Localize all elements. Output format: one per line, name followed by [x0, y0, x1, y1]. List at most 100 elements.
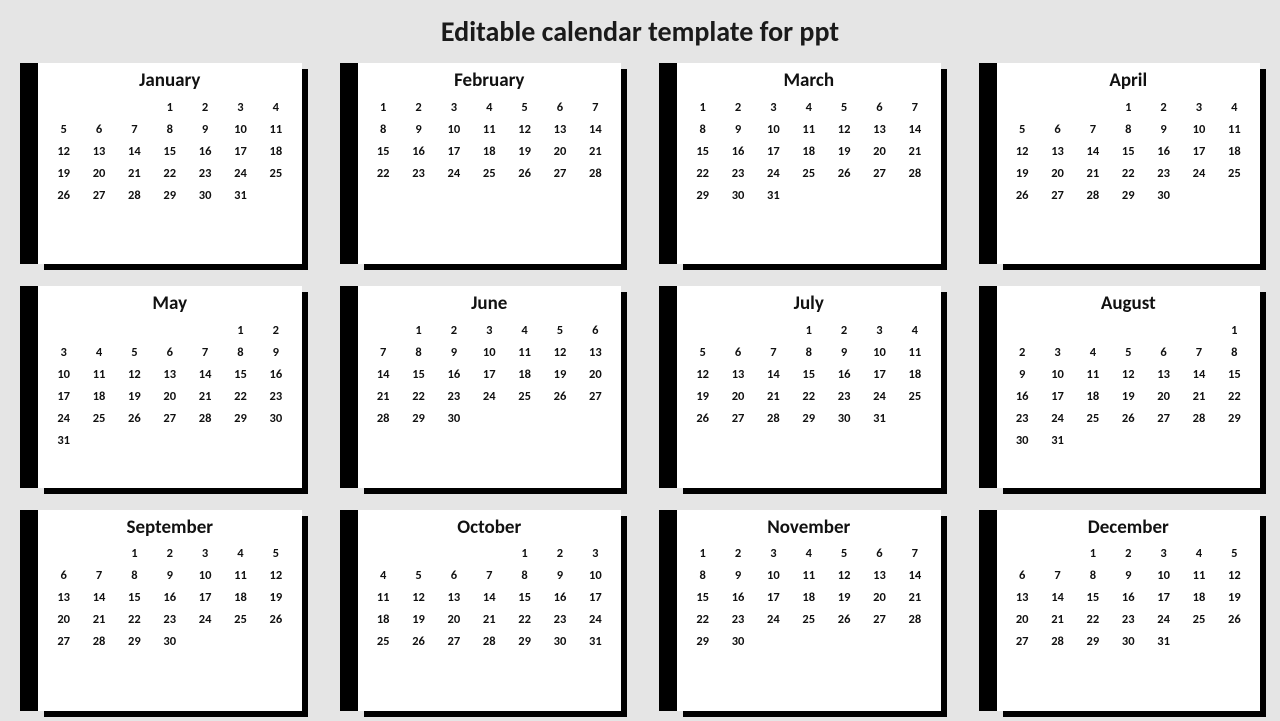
day-cell: 14: [483, 590, 496, 605]
day-cell: 27: [1051, 188, 1064, 203]
day-cell: 7: [1196, 345, 1202, 360]
day-cell: 27: [163, 411, 176, 426]
month-name: January: [46, 69, 294, 92]
day-cell: 5: [557, 323, 563, 338]
day-cell: 30: [199, 188, 212, 203]
day-cell: 21: [199, 389, 212, 404]
day-cell: 17: [1157, 590, 1170, 605]
day-cell: 5: [841, 100, 847, 115]
day-cell: 1: [131, 546, 137, 561]
day-cell: 29: [234, 411, 247, 426]
day-cell: 1: [806, 323, 812, 338]
day-cell: 17: [767, 590, 780, 605]
day-cell: 30: [1157, 188, 1170, 203]
day-cell: 10: [1193, 122, 1206, 137]
day-cell: 29: [696, 634, 709, 649]
day-cell: 23: [448, 389, 461, 404]
day-cell: 30: [732, 634, 745, 649]
day-cell: 10: [199, 568, 212, 583]
month-august: August1234567891011121314151617181920212…: [979, 286, 1261, 487]
day-cell: 22: [234, 389, 247, 404]
day-cell: 18: [1228, 144, 1241, 159]
day-cell: 27: [732, 411, 745, 426]
day-cell: 8: [806, 345, 812, 360]
days-grid: 1234567891011121314151617181920212223242…: [46, 319, 294, 483]
day-cell: 29: [128, 634, 141, 649]
day-cell: 2: [735, 100, 741, 115]
day-cell: 13: [732, 367, 745, 382]
day-cell: 5: [1019, 122, 1025, 137]
day-cell: 13: [448, 590, 461, 605]
day-cell: 24: [199, 612, 212, 627]
day-cell: 6: [876, 546, 882, 561]
day-cell: 8: [521, 568, 527, 583]
day-cell: 5: [273, 546, 279, 561]
day-cell: 4: [521, 323, 527, 338]
day-cell: 16: [412, 144, 425, 159]
day-cell: 10: [57, 367, 70, 382]
day-cell: 17: [873, 367, 886, 382]
day-cell: 3: [592, 546, 598, 561]
day-cell: 19: [518, 144, 531, 159]
day-cell: 15: [696, 590, 709, 605]
day-cell: 10: [234, 122, 247, 137]
days-grid: 1234567891011121314151617181920212223242…: [366, 319, 614, 483]
day-cell: 24: [234, 166, 247, 181]
day-cell: 12: [57, 144, 70, 159]
day-cell: 11: [483, 122, 496, 137]
day-cell: 16: [554, 590, 567, 605]
day-cell: 15: [128, 590, 141, 605]
day-cell: 3: [1054, 345, 1060, 360]
day-cell: 28: [128, 188, 141, 203]
day-cell: 21: [483, 612, 496, 627]
day-cell: 10: [767, 568, 780, 583]
day-cell: 11: [1228, 122, 1241, 137]
day-cell: 23: [1016, 411, 1029, 426]
month-side-bar: [20, 286, 38, 487]
month-side-bar: [20, 63, 38, 264]
day-cell: 10: [589, 568, 602, 583]
day-cell: 9: [841, 345, 847, 360]
day-cell: 3: [237, 100, 243, 115]
month-side-bar: [340, 510, 358, 711]
day-cell: 26: [696, 411, 709, 426]
month-february: February12345678910111213141516171819202…: [340, 63, 622, 264]
day-cell: 23: [163, 612, 176, 627]
day-cell: 19: [838, 144, 851, 159]
day-cell: 29: [163, 188, 176, 203]
month-card: November12345678910111213141516171819202…: [677, 510, 941, 711]
day-cell: 23: [1157, 166, 1170, 181]
month-side-bar: [340, 286, 358, 487]
day-cell: 30: [554, 634, 567, 649]
day-cell: 29: [518, 634, 531, 649]
day-cell: 7: [1054, 568, 1060, 583]
day-cell: 11: [377, 590, 390, 605]
day-cell: 20: [1016, 612, 1029, 627]
day-cell: 4: [1090, 345, 1096, 360]
day-cell: 9: [735, 122, 741, 137]
day-cell: 10: [448, 122, 461, 137]
day-cell: 2: [415, 100, 421, 115]
day-cell: 2: [841, 323, 847, 338]
day-cell: 19: [838, 590, 851, 605]
day-cell: 9: [451, 345, 457, 360]
day-cell: 25: [1228, 166, 1241, 181]
day-cell: 28: [199, 411, 212, 426]
days-grid: 1234567891011121314151617181920212223242…: [46, 96, 294, 260]
day-cell: 2: [202, 100, 208, 115]
day-cell: 28: [93, 634, 106, 649]
days-grid: 1234567891011121314151617181920212223242…: [685, 319, 933, 483]
day-cell: 27: [93, 188, 106, 203]
day-cell: 14: [128, 144, 141, 159]
month-march: March12345678910111213141516171819202122…: [659, 63, 941, 264]
day-cell: 9: [1019, 367, 1025, 382]
month-card: May1234567891011121314151617181920212223…: [38, 286, 302, 487]
day-cell: 30: [163, 634, 176, 649]
day-cell: 10: [767, 122, 780, 137]
days-grid: 1234567891011121314151617181920212223242…: [46, 543, 294, 707]
month-card: June123456789101112131415161718192021222…: [358, 286, 622, 487]
month-january: January123456789101112131415161718192021…: [20, 63, 302, 264]
day-cell: 21: [1193, 389, 1206, 404]
day-cell: 21: [128, 166, 141, 181]
day-cell: 10: [1157, 568, 1170, 583]
